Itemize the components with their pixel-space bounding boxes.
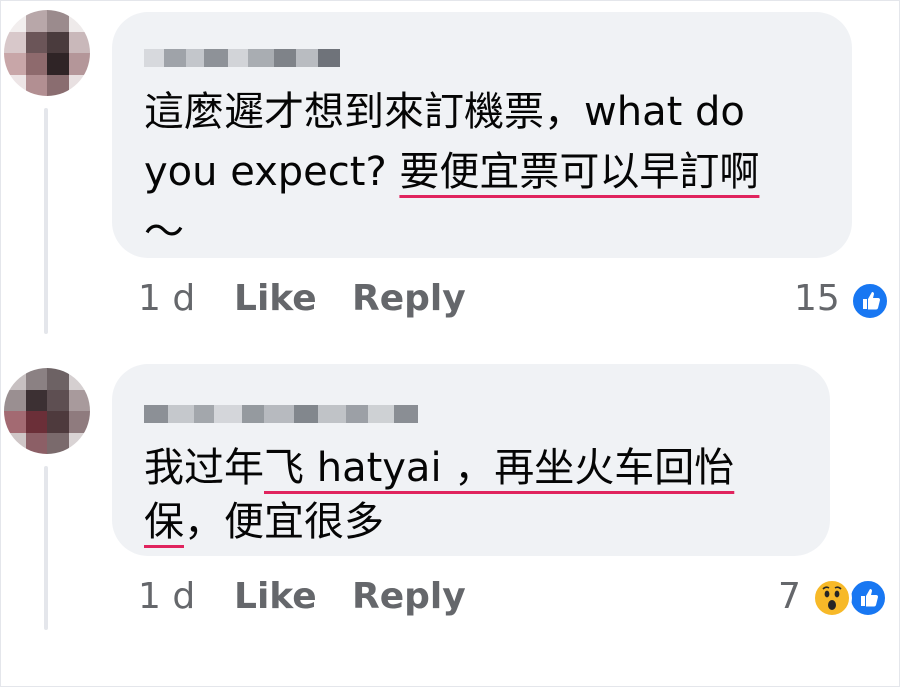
avatar[interactable] — [4, 368, 90, 454]
comment-text-line: you expect? 要便宜票可以早訂啊 — [144, 142, 759, 202]
reply-button[interactable]: Reply — [352, 278, 466, 319]
comment-text: ～ — [144, 209, 184, 255]
reaction-count: 7 — [778, 576, 801, 617]
spellcheck-underlined-text: 飞 hatyai ，再坐火车回怡 — [264, 445, 735, 491]
comment-actions: 1 d Like Reply — [138, 576, 538, 620]
timestamp[interactable]: 1 d — [138, 278, 195, 319]
comment-text-line: 這麼遲才想到來訂機票，what do — [144, 82, 745, 142]
wow-icon — [812, 578, 852, 618]
timestamp[interactable]: 1 d — [138, 576, 195, 617]
author-name-redacted[interactable] — [144, 402, 418, 426]
spellcheck-underlined-text: 要便宜票可以早訂啊 — [399, 149, 760, 195]
comment-text: 我过年 — [144, 445, 264, 491]
comment-text-line: 保，便宜很多 — [144, 492, 384, 552]
comment-bubble: 我过年飞 hatyai ，再坐火车回怡 保，便宜很多 — [112, 364, 830, 556]
avatar[interactable] — [4, 10, 90, 96]
comment-text: you expect? — [144, 149, 400, 195]
author-name-redacted[interactable] — [144, 46, 340, 70]
comment-text: 這麼遲才想到來訂機票，what do — [144, 89, 745, 135]
comment-bubble: 這麼遲才想到來訂機票，what do you expect? 要便宜票可以早訂啊… — [112, 12, 852, 258]
like-button[interactable]: Like — [234, 278, 317, 319]
comment-text-line: ～ — [144, 202, 184, 262]
comment-actions: 1 d Like Reply — [138, 278, 538, 322]
comment-text-line: 我过年飞 hatyai ，再坐火车回怡 — [144, 438, 734, 498]
thread-line — [44, 466, 48, 630]
reaction-count: 15 — [794, 278, 840, 319]
comment-text: ，便宜很多 — [184, 499, 384, 545]
thread-line — [44, 108, 48, 334]
like-icon — [848, 578, 888, 618]
like-icon — [850, 281, 890, 321]
spellcheck-underlined-text: 保 — [144, 499, 184, 545]
like-button[interactable]: Like — [234, 576, 317, 617]
reply-button[interactable]: Reply — [352, 576, 466, 617]
